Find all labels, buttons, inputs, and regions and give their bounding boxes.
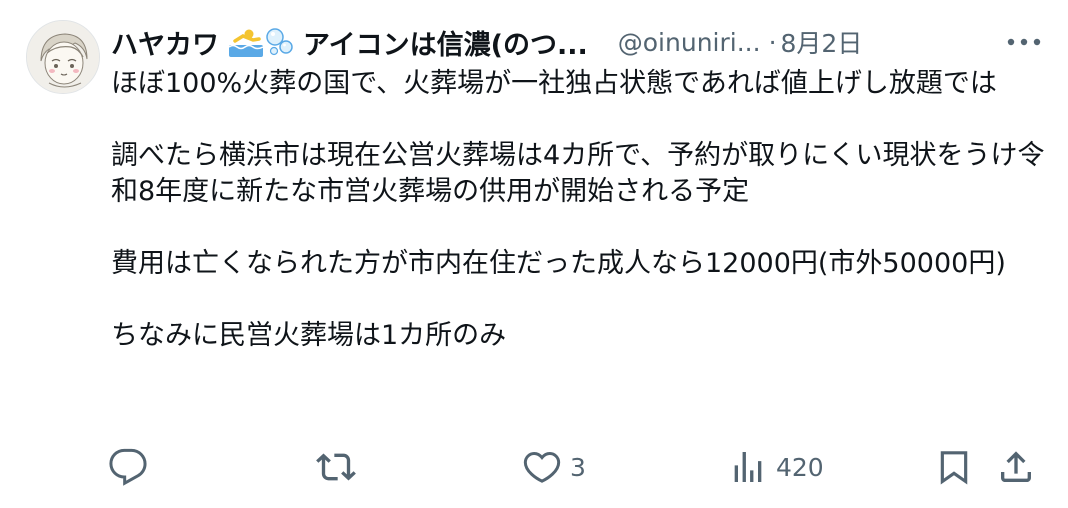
person-swimming-emoji [229, 29, 263, 57]
more-button[interactable] [1004, 26, 1044, 58]
user-handle[interactable]: @oinuniri... [618, 28, 761, 57]
tweet-header: ハヤカワ アイコンは信濃(のつ... @oinuniri... · 8月2日 [111, 20, 1044, 64]
views-count: 420 [776, 452, 824, 482]
retweet-button[interactable] [316, 444, 356, 490]
more-horizontal-icon [1007, 38, 1041, 46]
retweet-icon [316, 453, 356, 481]
tweet[interactable]: ハヤカワ アイコンは信濃(のつ... @oinuniri... · 8月2日 ほ… [0, 0, 1068, 508]
display-name[interactable]: ハヤカワ [111, 23, 219, 62]
like-button[interactable]: 3 [522, 444, 586, 490]
views-bar-chart-icon [734, 452, 762, 482]
share-icon [1001, 451, 1031, 482]
tweet-text: ほぼ100%火葬の国で、火葬場が一社独占状態であれば値上げし放題では 調べたら横… [111, 68, 1045, 351]
tweet-date[interactable]: 8月2日 [781, 24, 863, 60]
like-count: 3 [570, 452, 586, 482]
separator-dot: · [768, 27, 777, 57]
share-button[interactable] [996, 444, 1036, 490]
avatar-image [27, 21, 99, 93]
bookmark-icon [940, 451, 968, 485]
action-bar: 3 420 [108, 444, 1038, 490]
bubbles-emoji [266, 28, 293, 56]
bookmark-button[interactable] [934, 444, 974, 490]
views-button[interactable]: 420 [728, 444, 824, 490]
reply-button[interactable] [108, 444, 148, 490]
reply-icon [109, 448, 147, 486]
avatar[interactable] [26, 20, 100, 94]
heart-icon [523, 451, 561, 483]
name-emojis [229, 27, 295, 57]
display-name-continued[interactable]: アイコンは信濃(のつ... [303, 23, 588, 62]
